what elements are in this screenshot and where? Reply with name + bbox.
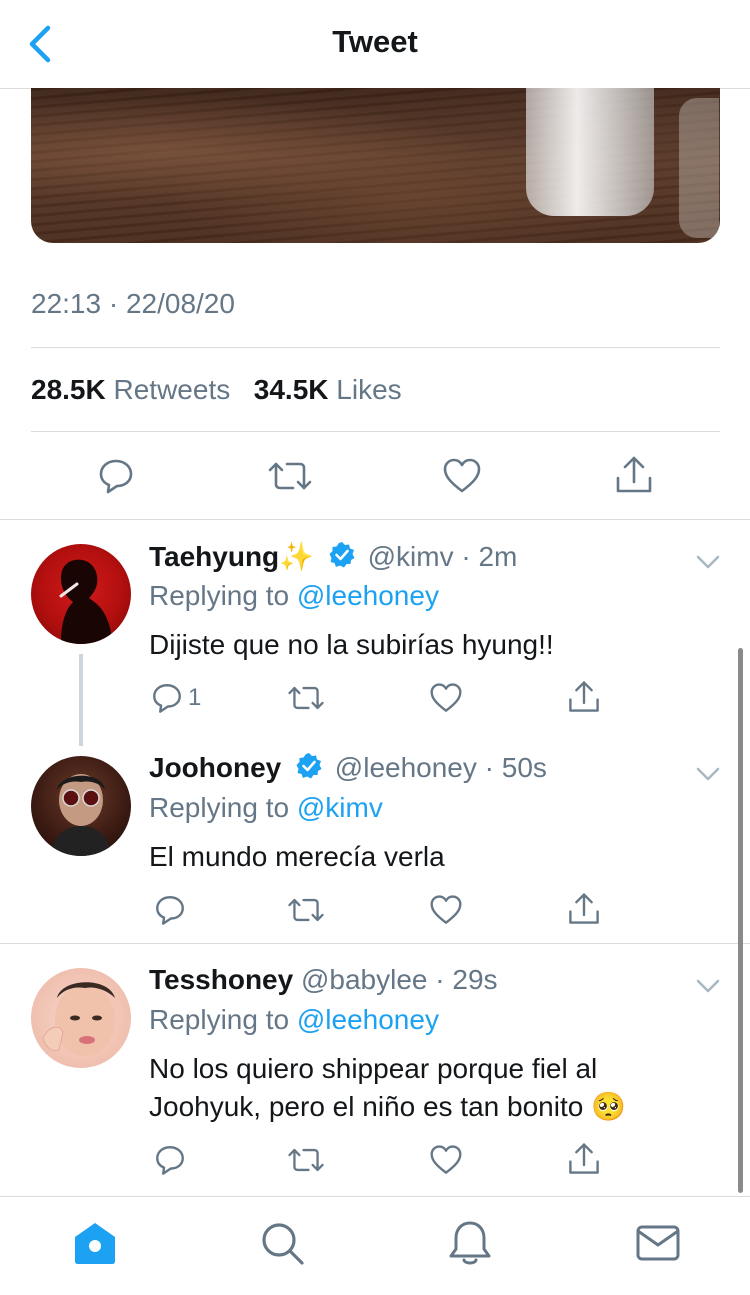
comment-icon [156, 896, 184, 925]
tweet-timestamp: 22:13 · 22/08/20 [31, 288, 235, 319]
reply-header: Taehyung✨ @kimv · 2m [149, 540, 517, 573]
retweet-icon [288, 686, 324, 710]
chevron-down-icon[interactable] [694, 552, 722, 572]
share-button[interactable] [564, 1138, 604, 1180]
tab-home[interactable] [71, 1219, 119, 1267]
heart-icon [430, 1145, 462, 1174]
reply-count: 1 [188, 684, 202, 711]
display-name[interactable]: Joohoney [149, 752, 281, 783]
replying-label: Replying to [149, 1004, 290, 1035]
likes-label[interactable]: Likes [336, 374, 401, 405]
replying-to: Replying to @leehoney [149, 1004, 439, 1036]
heart-icon [443, 458, 481, 493]
avatar-portrait [51, 774, 111, 856]
handle[interactable]: @babylee [301, 964, 428, 995]
retweet-button[interactable] [266, 454, 314, 498]
tab-messages[interactable] [634, 1219, 682, 1267]
reply-button[interactable] [150, 1140, 190, 1180]
replying-to: Replying to @leehoney [149, 580, 439, 612]
heart-icon [430, 683, 462, 712]
mail-icon [636, 1225, 680, 1261]
top-nav-bar: Tweet [0, 0, 750, 89]
handle[interactable]: @leehoney [335, 752, 477, 783]
replying-label: Replying to [149, 792, 290, 823]
comment-icon [153, 684, 181, 713]
tab-notifications[interactable] [446, 1219, 494, 1267]
relative-time: 2m [478, 541, 518, 572]
retweet-button[interactable] [286, 1140, 326, 1180]
home-icon [75, 1223, 115, 1264]
share-icon [569, 893, 599, 924]
retweet-icon [268, 462, 312, 490]
replying-to-link[interactable]: @leehoney [297, 1004, 439, 1035]
scrollbar[interactable] [738, 648, 743, 1193]
reply-tweet[interactable]: Taehyung✨ @kimv · 2m Replying to @leehon… [0, 520, 750, 745]
separator-dot: · [484, 752, 494, 783]
reply-button[interactable]: 1 [150, 678, 210, 718]
page-title: Tweet [332, 24, 418, 59]
bell-icon [449, 1221, 491, 1265]
retweet-icon [288, 898, 324, 922]
share-button[interactable] [612, 452, 656, 498]
retweet-button[interactable] [286, 678, 326, 718]
tweet-action-bar [0, 446, 750, 506]
verified-badge-icon [329, 542, 355, 568]
reply-text: Dijiste que no la subirías hyung!! [149, 629, 554, 660]
like-button[interactable] [426, 678, 466, 718]
replying-to: Replying to @kimv [149, 792, 383, 824]
reply-header: Tesshoney @babylee · 29s [149, 964, 498, 996]
reply-tweet[interactable]: Tesshoney @babylee · 29s Replying to @le… [0, 944, 750, 1194]
like-button[interactable] [426, 1140, 466, 1180]
tweet-stats: 28.5K Retweets 34.5K Likes [31, 374, 402, 406]
replying-label: Replying to [149, 580, 290, 611]
bottom-tab-bar [0, 1196, 750, 1295]
avatar-silhouette [59, 559, 113, 644]
reply-header: Joohoney @leehoney · 50s [149, 752, 547, 784]
like-button[interactable] [440, 454, 484, 498]
chevron-down-icon[interactable] [694, 976, 722, 996]
comment-icon [99, 459, 133, 494]
heart-icon [430, 895, 462, 924]
divider [31, 431, 720, 432]
replying-to-link[interactable]: @leehoney [297, 580, 439, 611]
avatar[interactable] [31, 544, 131, 644]
share-button[interactable] [564, 888, 604, 930]
media-glass-edge [679, 98, 719, 238]
reply-text: El mundo merecía verla [149, 841, 445, 872]
chevron-down-icon[interactable] [694, 764, 722, 784]
retweet-button[interactable] [286, 890, 326, 930]
retweets-label[interactable]: Retweets [114, 374, 231, 405]
separator-dot: · [461, 541, 471, 572]
share-icon [616, 456, 652, 493]
tweet-media-image[interactable] [31, 88, 720, 243]
comment-icon [156, 1146, 184, 1175]
tab-search[interactable] [258, 1219, 306, 1267]
avatar[interactable] [31, 968, 131, 1068]
avatar-portrait [42, 982, 115, 1056]
reply-button[interactable] [94, 454, 138, 498]
separator-dot: · [435, 964, 445, 995]
replying-to-link[interactable]: @kimv [297, 792, 383, 823]
search-icon [262, 1223, 304, 1265]
like-button[interactable] [426, 890, 466, 930]
handle[interactable]: @kimv [368, 541, 454, 572]
avatar[interactable] [31, 756, 131, 856]
verified-badge-icon [296, 753, 322, 779]
relative-time: 50s [501, 752, 547, 783]
relative-time: 29s [452, 964, 498, 995]
share-icon [569, 681, 599, 712]
divider [31, 347, 720, 348]
share-icon [569, 1143, 599, 1174]
reply-button[interactable] [150, 890, 190, 930]
media-glass [526, 88, 654, 216]
retweets-count[interactable]: 28.5K [31, 374, 106, 405]
likes-count[interactable]: 34.5K [254, 374, 329, 405]
display-name[interactable]: Taehyung✨ [149, 541, 314, 572]
reply-tweet[interactable]: Joohoney @leehoney · 50s Replying to @ki… [0, 732, 750, 942]
share-button[interactable] [564, 676, 604, 718]
display-name[interactable]: Tesshoney [149, 964, 293, 995]
retweet-icon [288, 1148, 324, 1172]
reply-text: No los quiero shippear porque fiel al Jo… [149, 1053, 626, 1122]
